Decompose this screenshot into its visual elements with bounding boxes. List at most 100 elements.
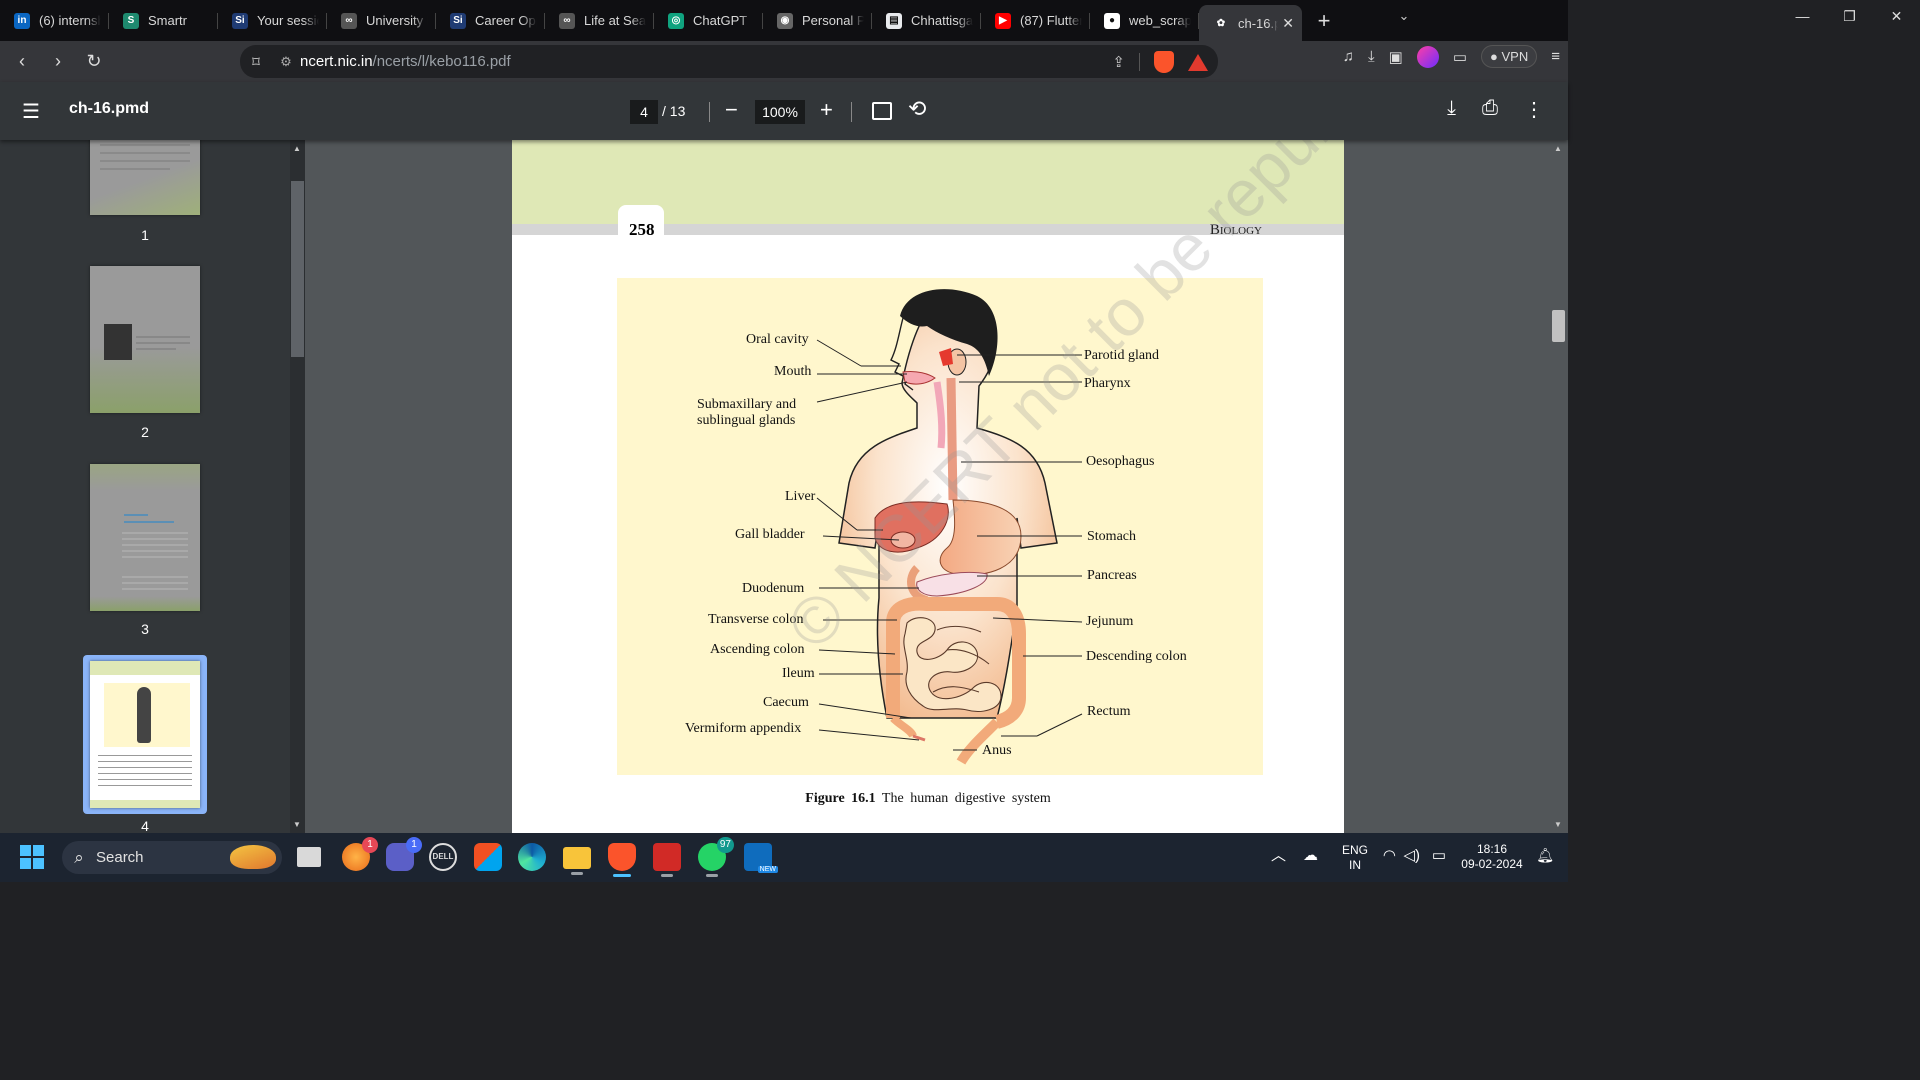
- dell-icon[interactable]: DELL: [429, 843, 457, 871]
- orange-app-icon[interactable]: 1: [342, 837, 378, 871]
- browser-tab[interactable]: in (6) internsh: [0, 5, 109, 37]
- taskbar-search[interactable]: ⌕ Search: [62, 841, 282, 874]
- wallet-icon[interactable]: ▭: [1453, 48, 1467, 66]
- pdf-toolbar: ☰ ch-16.pmd 4 / 13 − 100% + ⟲ ⤓ ⎙ ⋮: [0, 82, 1568, 140]
- more-options-icon[interactable]: ⋮: [1524, 97, 1544, 122]
- restore-icon[interactable]: ❐: [1826, 0, 1873, 32]
- new-tab-icon[interactable]: +: [1308, 8, 1340, 34]
- battery-icon[interactable]: ▭: [1432, 848, 1446, 863]
- tab-title: (87) Flutter: [1020, 13, 1082, 28]
- scroll-down-icon[interactable]: ▼: [293, 820, 301, 829]
- thumbnail-number: 4: [141, 818, 149, 833]
- portrait-image: [104, 324, 132, 360]
- outlook-icon[interactable]: NEW: [744, 843, 778, 873]
- minimize-icon[interactable]: —: [1779, 0, 1826, 32]
- sidebar-scrollbar[interactable]: ▲ ▼: [290, 140, 305, 833]
- digestive-system-figure: Oral cavity Mouth Submaxillary and subli…: [617, 278, 1263, 775]
- browser-tab[interactable]: ▤ Chhattisgar: [872, 5, 981, 37]
- browser-tab[interactable]: S Smartr: [109, 5, 218, 37]
- thumbnail-page-3[interactable]: [90, 464, 200, 611]
- sidebar-toggle-icon[interactable]: ▣: [1389, 48, 1403, 66]
- brave-rewards-icon[interactable]: [1188, 53, 1208, 71]
- sidebar-scroll-thumb[interactable]: [291, 181, 304, 357]
- vpn-label: VPN: [1501, 49, 1529, 64]
- pdf-menu-icon[interactable]: ☰: [22, 99, 46, 123]
- download-icon[interactable]: ⤓: [1368, 48, 1375, 65]
- share-icon[interactable]: ⇪: [1112, 53, 1125, 71]
- tab-search-icon[interactable]: ⌄: [1390, 5, 1418, 27]
- zoom-input[interactable]: 100%: [755, 100, 805, 124]
- label-sublingual: sublingual glands: [697, 413, 796, 428]
- pdf-download-icon[interactable]: ⤓: [1447, 97, 1456, 122]
- vpn-button[interactable]: ● VPN: [1481, 45, 1538, 68]
- clock[interactable]: 18:16 09-02-2024: [1456, 842, 1528, 872]
- browser-tab[interactable]: ● web_scrapp: [1090, 5, 1199, 37]
- link-icon: ∞: [341, 12, 357, 29]
- tab-title: Career Opp: [475, 13, 537, 28]
- label-parotid-gland: Parotid gland: [1084, 348, 1160, 363]
- browser-tab[interactable]: ∞ University F: [327, 5, 436, 37]
- whatsapp-icon[interactable]: 97: [698, 837, 734, 877]
- brave-browser-icon[interactable]: [608, 843, 636, 877]
- browser-tab[interactable]: ◉ Personal Po: [763, 5, 872, 37]
- document-scrollbar[interactable]: ▲ ▼: [1549, 140, 1568, 833]
- scroll-down-icon[interactable]: ▼: [1554, 820, 1562, 829]
- document-scroll-thumb[interactable]: [1552, 310, 1565, 342]
- close-tab-icon[interactable]: ✕: [1282, 15, 1294, 32]
- rotate-icon[interactable]: ⟲: [908, 96, 926, 122]
- store-icon[interactable]: [474, 843, 502, 871]
- back-icon[interactable]: ‹: [6, 46, 38, 78]
- brave-shields-icon[interactable]: [1154, 51, 1174, 73]
- label-pharynx: Pharynx: [1084, 376, 1131, 391]
- browser-tab[interactable]: Si Your sessio: [218, 5, 327, 37]
- windows-taskbar: ⌕ Search 1 1 DELL 97 NEW ︿ ☁ ENG IN ◠ ◁) …: [0, 833, 1568, 882]
- browser-tab[interactable]: Si Career Opp: [436, 5, 545, 37]
- url-path: /ncerts/l/kebo116.pdf: [372, 53, 511, 70]
- thumbnail-page-4[interactable]: [90, 661, 200, 808]
- onedrive-icon[interactable]: ☁: [1303, 848, 1318, 863]
- time: 18:16: [1476, 842, 1508, 856]
- label-anus: Anus: [982, 743, 1012, 758]
- forward-icon[interactable]: ›: [42, 46, 74, 78]
- zoom-out-icon[interactable]: −: [725, 97, 738, 123]
- scroll-up-icon[interactable]: ▲: [1554, 144, 1562, 153]
- caption-number: Figure 16.1: [805, 791, 876, 806]
- teams-icon[interactable]: 1: [386, 837, 422, 871]
- media-icon[interactable]: ♫: [1343, 48, 1354, 65]
- document-icon: ▤: [886, 12, 902, 29]
- close-window-icon[interactable]: ✕: [1873, 0, 1920, 32]
- browser-tab[interactable]: ✿ ch-16.p ✕: [1199, 5, 1302, 41]
- caption-text: The human digestive system: [881, 791, 1051, 806]
- thumbnail-page-1[interactable]: [90, 140, 200, 215]
- thumbnail-sidebar: 1 2 3 4: [0, 140, 290, 833]
- windows-start-icon[interactable]: [20, 845, 44, 869]
- browser-tab[interactable]: ◎ ChatGPT: [654, 5, 763, 37]
- fit-page-icon[interactable]: [872, 102, 892, 120]
- address-bar[interactable]: ⌑ ⚙ ncert.nic.in/ncerts/l/kebo116.pdf ⇪: [240, 45, 1218, 78]
- print-icon[interactable]: ⎙: [1482, 97, 1498, 122]
- menu-icon[interactable]: ≡: [1551, 48, 1560, 65]
- scroll-up-icon[interactable]: ▲: [293, 144, 301, 153]
- reload-icon[interactable]: ↻: [78, 46, 110, 78]
- language-bottom: IN: [1349, 858, 1361, 872]
- notification-bell-icon[interactable]: 🔔︎: [1536, 848, 1554, 863]
- linkedin-icon: in: [14, 12, 30, 29]
- language-indicator[interactable]: ENG IN: [1338, 843, 1372, 873]
- chevron-up-icon[interactable]: ︿: [1271, 848, 1286, 863]
- browser-tab[interactable]: ▶ (87) Flutter: [981, 5, 1090, 37]
- search-label: Search: [96, 849, 144, 866]
- zoom-in-icon[interactable]: +: [820, 97, 833, 123]
- profile-avatar[interactable]: [1416, 45, 1439, 68]
- file-explorer-icon[interactable]: [563, 847, 591, 875]
- volume-icon[interactable]: ◁): [1403, 848, 1420, 863]
- browser-tab[interactable]: ∞ Life at Seap: [545, 5, 654, 37]
- wifi-icon[interactable]: ◠: [1383, 848, 1396, 863]
- page-number-input[interactable]: 4: [630, 100, 658, 124]
- label-stomach: Stomach: [1087, 529, 1136, 544]
- bookmark-icon[interactable]: ⌑: [240, 53, 272, 71]
- thumbnail-page-2[interactable]: [90, 266, 200, 413]
- edge-icon[interactable]: [518, 843, 546, 871]
- site-settings-icon[interactable]: ⚙: [272, 54, 300, 70]
- acrobat-icon[interactable]: [653, 843, 681, 877]
- task-view-icon[interactable]: [297, 847, 321, 867]
